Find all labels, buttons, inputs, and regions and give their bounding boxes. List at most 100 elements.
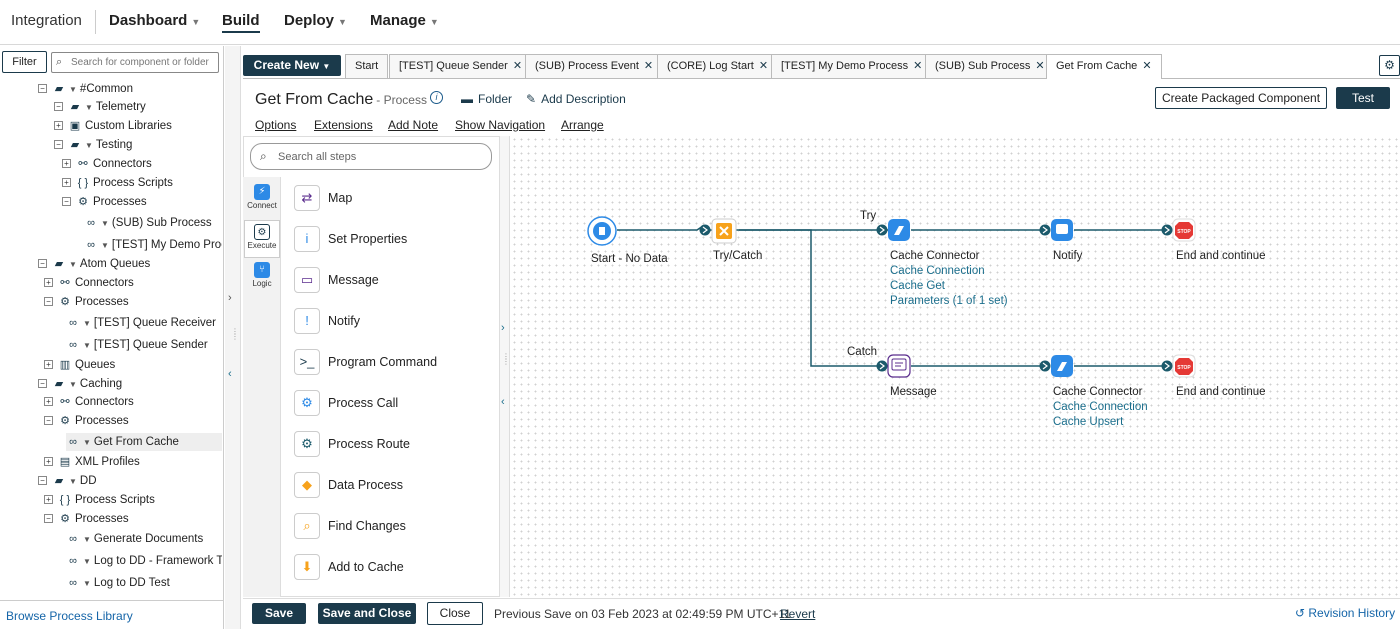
menu-extensions[interactable]: Extensions	[314, 118, 373, 132]
caret-down-icon[interactable]: ▼	[83, 341, 91, 350]
collapse-toggle-icon[interactable]: −	[44, 514, 53, 524]
collapse-left-icon[interactable]: ‹	[228, 368, 232, 380]
tree-item[interactable]: + ⚯ Connectors	[44, 274, 222, 292]
step-map[interactable]: ⇄ Map	[294, 185, 352, 213]
expand-toggle-icon[interactable]: +	[44, 278, 53, 288]
palette-splitter[interactable]: › ⋮ ⋮ ‹	[500, 136, 510, 597]
collapse-toggle-icon[interactable]: −	[44, 416, 53, 426]
cache-connection-link[interactable]: Cache Connection	[890, 265, 985, 277]
tree-item[interactable]: − ▰ ▼ #Common	[38, 80, 222, 98]
tree-item[interactable]: − ▰ ▼ Atom Queues	[38, 255, 222, 273]
tree-item[interactable]: + ▣ Custom Libraries	[54, 117, 222, 135]
tree-item[interactable]: − ▰ ▼ Testing	[54, 136, 222, 154]
tree-item[interactable]: + ⚯ Connectors	[62, 155, 222, 173]
tree-item[interactable]: + ⚯ Connectors	[44, 393, 222, 411]
info-icon[interactable]: i	[429, 91, 443, 104]
tree-item[interactable]: + ▤ XML Profiles	[44, 453, 222, 471]
tab-get-from-cache[interactable]: Get From Cache ✕	[1046, 54, 1162, 79]
step-message[interactable]: ▭ Message	[294, 267, 379, 295]
create-new-button[interactable]: Create New ▼	[243, 55, 341, 76]
close-icon[interactable]: ✕	[1142, 60, 1151, 72]
folder-link[interactable]: ▬ Folder	[461, 92, 512, 106]
tab-test-queue-sender[interactable]: [TEST] Queue Sender ✕	[389, 54, 533, 78]
caret-down-icon[interactable]: ▼	[83, 535, 91, 544]
tree-item[interactable]: ∞ ▼Log to DD - Framework Test	[66, 552, 222, 570]
step-search-input[interactable]: ⌕ Search all steps	[250, 143, 492, 170]
collapse-toggle-icon[interactable]: −	[44, 297, 53, 307]
revision-history-link[interactable]: ↺ Revision History	[1295, 606, 1395, 620]
process-canvas[interactable]: STOP STOP Start - No Data Try/Catch Try …	[511, 136, 1400, 597]
tab-sub-sub-process[interactable]: (SUB) Sub Process ✕	[925, 54, 1055, 78]
caret-down-icon[interactable]: ▼	[101, 241, 109, 250]
tree-item[interactable]: ∞ ▼ [TEST] Queue Receiver	[66, 314, 222, 332]
tree-item[interactable]: − ▰ ▼ Telemetry	[54, 98, 222, 116]
save-button[interactable]: Save	[252, 603, 306, 624]
tree-item[interactable]: − ⚙ Processes	[44, 510, 222, 528]
caret-down-icon[interactable]: ▼	[83, 438, 91, 447]
brand-name[interactable]: Integration	[11, 12, 82, 29]
category-execute[interactable]: ⚙ Execute	[244, 220, 280, 258]
expand-toggle-icon[interactable]: +	[54, 121, 63, 131]
expand-toggle-icon[interactable]: +	[62, 178, 71, 188]
caret-down-icon[interactable]: ▼	[83, 319, 91, 328]
caret-down-icon[interactable]: ▼	[69, 85, 77, 94]
expand-toggle-icon[interactable]: +	[44, 457, 53, 467]
tab-start[interactable]: Start	[345, 54, 389, 78]
expand-toggle-icon[interactable]: +	[44, 495, 53, 505]
expand-toggle-icon[interactable]: +	[44, 397, 53, 407]
tab-test-my-demo-process[interactable]: [TEST] My Demo Process ✕	[771, 54, 933, 78]
step-data-process[interactable]: ◆ Data Process	[294, 472, 403, 500]
nav-manage[interactable]: Manage ▼	[370, 12, 439, 29]
collapse-toggle-icon[interactable]: −	[54, 102, 63, 112]
tree-item[interactable]: ∞ ▼ Get From Cache	[66, 433, 222, 451]
caret-down-icon[interactable]: ▼	[101, 219, 109, 228]
caret-down-icon[interactable]: ▼	[83, 579, 91, 588]
explorer-splitter[interactable]: › ⋮ ⋮ ‹	[225, 46, 241, 629]
menu-arrange[interactable]: Arrange	[561, 118, 604, 132]
caret-down-icon[interactable]: ▼	[69, 260, 77, 269]
tree-item[interactable]: − ▰ ▼ DD	[38, 472, 222, 490]
collapse-toggle-icon[interactable]: −	[54, 140, 63, 150]
close-icon[interactable]: ✕	[759, 60, 768, 72]
collapse-right-icon[interactable]: ›	[228, 292, 232, 304]
tree-item[interactable]: ∞ ▼ Log to DD Test	[66, 574, 222, 592]
category-connect[interactable]: ⚡ Connect	[244, 181, 280, 219]
tree-item[interactable]: − ⚙ Processes	[62, 193, 222, 211]
tree-item[interactable]: ∞ ▼ (SUB) Sub Process	[84, 214, 222, 232]
close-icon[interactable]: ✕	[513, 60, 522, 72]
collapse-toggle-icon[interactable]: −	[38, 259, 47, 269]
drag-handle-icon[interactable]: ⋮ ⋮	[231, 328, 239, 341]
test-button[interactable]: Test	[1336, 87, 1390, 109]
step-add-to-cache[interactable]: ⬇ Add to Cache	[294, 554, 404, 582]
component-search-input[interactable]: ⌕ Search for component or folder	[51, 52, 219, 73]
collapse-toggle-icon[interactable]: −	[38, 379, 47, 389]
tree-item[interactable]: + ▥ Queues	[44, 356, 222, 374]
tab-sub-process-event[interactable]: (SUB) Process Event ✕	[525, 54, 664, 78]
gear-icon[interactable]: ⚙	[1379, 55, 1400, 76]
cache-connection-link[interactable]: Cache Connection	[1053, 401, 1148, 413]
category-logic[interactable]: ⑂ Logic	[244, 259, 280, 297]
drag-handle-icon[interactable]: ⋮ ⋮	[502, 353, 510, 366]
expand-toggle-icon[interactable]: +	[62, 159, 71, 169]
create-packaged-component-button[interactable]: Create Packaged Component	[1155, 87, 1327, 109]
menu-options[interactable]: Options	[255, 118, 296, 132]
tree-item[interactable]: − ⚙ Processes	[44, 293, 222, 311]
tree-item[interactable]: ∞ ▼ [TEST] Queue Sender	[66, 336, 222, 354]
expand-toggle-icon[interactable]: +	[44, 360, 53, 370]
parameters-link[interactable]: Parameters (1 of 1 set)	[890, 295, 1008, 307]
tree-item[interactable]: − ▰ ▼ Caching	[38, 375, 222, 393]
browse-process-library-link[interactable]: Browse Process Library	[6, 609, 133, 623]
collapse-toggle-icon[interactable]: −	[62, 197, 71, 207]
step-process-route[interactable]: ⚙ Process Route	[294, 431, 410, 459]
step-notify[interactable]: ! Notify	[294, 308, 360, 336]
tab-core-log-start[interactable]: (CORE) Log Start ✕	[657, 54, 779, 78]
nav-deploy[interactable]: Deploy ▼	[284, 12, 347, 29]
close-icon[interactable]: ✕	[913, 60, 922, 72]
step-find-changes[interactable]: ⌕ Find Changes	[294, 513, 406, 541]
menu-add-note[interactable]: Add Note	[388, 118, 438, 132]
caret-down-icon[interactable]: ▼	[85, 141, 93, 150]
revert-link[interactable]: Revert	[780, 607, 815, 621]
nav-build[interactable]: Build	[222, 12, 260, 33]
menu-show-navigation[interactable]: Show Navigation	[455, 118, 545, 132]
tree-item[interactable]: ∞ ▼[TEST] My Demo Process	[84, 236, 222, 254]
